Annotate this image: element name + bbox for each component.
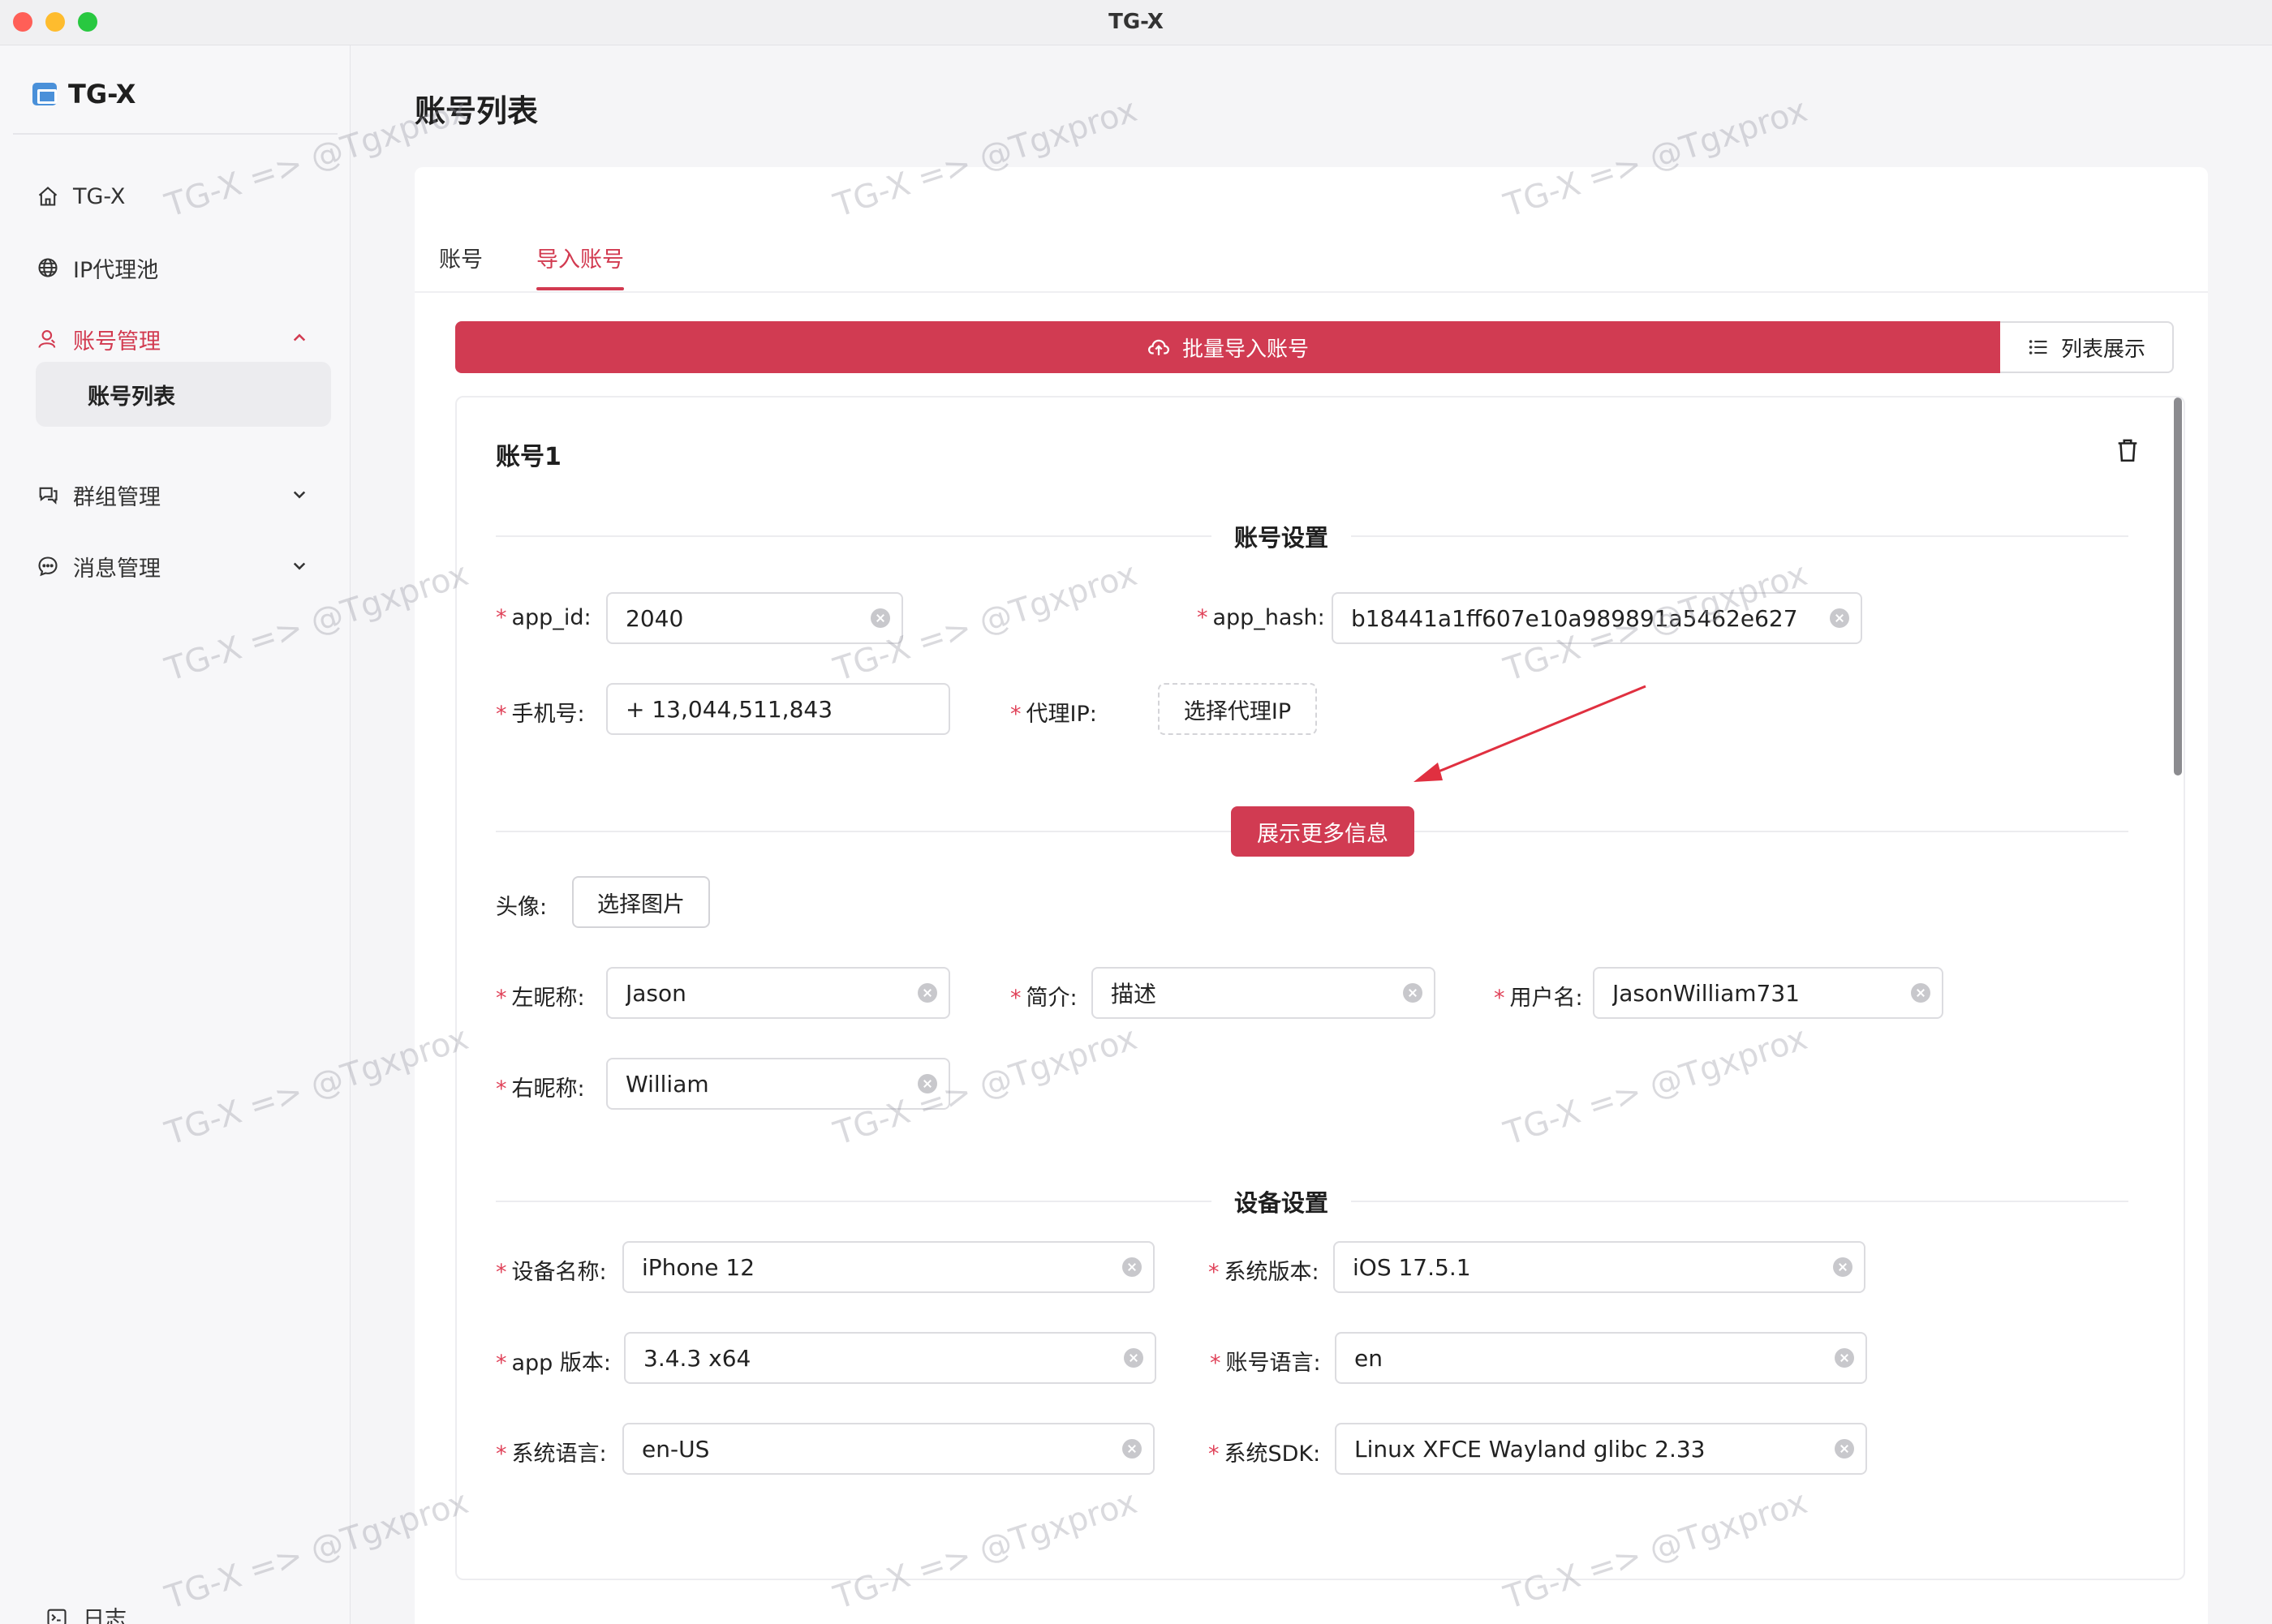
clear-icon[interactable] [918,983,937,1003]
list-view-label: 列表展示 [2060,337,2145,362]
clear-icon[interactable] [1124,1348,1143,1368]
bulk-import-label: 批量导入账号 [1181,337,1309,362]
clear-icon[interactable] [1122,1439,1142,1459]
sidebar-item-label: 账号管理 [73,329,161,354]
select-image-button[interactable]: 选择图片 [572,876,710,928]
proxy-label: * 代理IP: [1010,702,1097,727]
sidebar-item-message-management[interactable]: 消息管理 [36,543,312,589]
sidebar-item-account-management[interactable]: 账号管理 [36,316,312,362]
username-label: * 用户名: [1494,986,1583,1011]
clear-icon[interactable] [871,608,890,628]
home-icon [36,184,60,208]
tab-accounts[interactable]: 账号 [439,242,483,273]
first-name-label: * 左昵称: [496,986,585,1011]
clear-icon[interactable] [1833,1257,1852,1277]
window-titlebar: TG-X [0,0,2272,45]
user-icon [36,327,60,351]
sidebar-item-label: 消息管理 [73,556,161,582]
app-id-label: * app_id: [496,605,592,630]
system-version-label: * 系统版本: [1208,1260,1319,1285]
brand: TG-X [32,76,136,112]
active-tab-indicator [536,287,624,290]
app-logo-icon [32,83,57,105]
app-hash-label: * app_hash: [1197,605,1325,630]
account-language-input[interactable]: en [1335,1332,1867,1384]
chevron-up-icon [293,333,306,342]
sidebar: TG-X TG-X IP代理池 账号管理 账号列表 群组管理 消息管理 日志 [0,45,351,1624]
select-proxy-button[interactable]: 选择代理IP [1158,683,1317,735]
sidebar-item-label: 日志 [83,1607,127,1624]
system-language-label: * 系统语言: [496,1441,607,1467]
list-view-button[interactable]: 列表展示 [2000,321,2174,373]
sidebar-subitem-account-list[interactable]: 账号列表 [36,362,331,427]
account-title: 账号1 [496,443,562,471]
sidebar-item-log[interactable]: 日志 [45,1601,127,1624]
bio-label: * 简介: [1010,986,1078,1011]
chevron-down-icon [293,491,306,499]
system-language-input[interactable]: en-US [622,1423,1155,1475]
phone-input[interactable]: + 13,044,511,843 [606,683,950,735]
app-id-input[interactable]: 2040 [606,592,903,644]
system-sdk-input[interactable]: Linux XFCE Wayland glibc 2.33 [1335,1423,1867,1475]
scrollbar[interactable] [2174,397,2182,775]
chevron-down-icon [293,562,306,570]
list-icon [2029,340,2047,354]
system-sdk-label: * 系统SDK: [1208,1441,1321,1467]
account-language-label: * 账号语言: [1210,1351,1321,1376]
avatar-label: 头像: [496,895,548,920]
bio-input[interactable]: 描述 [1091,967,1435,1019]
sidebar-divider [13,133,338,135]
group-chat-icon [36,483,60,507]
bulk-import-button[interactable]: 批量导入账号 [455,321,2000,373]
brand-name: TG-X [68,79,136,110]
trash-icon[interactable] [2114,436,2141,464]
content-card: 账号 导入账号 批量导入账号 列表展示 账号1 账号设置 * app_id: 20… [415,167,2208,1624]
cloud-upload-icon [1147,339,1169,355]
terminal-icon [47,1609,67,1624]
account-form-panel: 账号1 账号设置 * app_id: 2040 * app_hash: b18441… [455,396,2185,1580]
app-version-label: * app 版本: [496,1351,612,1376]
first-name-input[interactable]: Jason [606,967,950,1019]
window-title: TG-X [1108,10,1164,34]
system-version-input[interactable]: iOS 17.5.1 [1333,1241,1865,1293]
device-name-label: * 设备名称: [496,1260,607,1285]
clear-icon[interactable] [1403,983,1422,1003]
app-version-input[interactable]: 3.4.3 x64 [624,1332,1156,1384]
sidebar-item-home[interactable]: TG-X [36,174,312,219]
tab-import-accounts[interactable]: 导入账号 [536,242,624,273]
tab-bar: 账号 导入账号 [415,167,2208,293]
last-name-input[interactable]: William [606,1058,950,1110]
clear-icon[interactable] [1122,1257,1142,1277]
sidebar-item-label: IP代理池 [73,257,159,283]
clear-icon[interactable] [1835,1439,1854,1459]
clear-icon[interactable] [1911,983,1930,1003]
section-title-device-settings: 设备设置 [1211,1184,1352,1218]
message-icon [36,554,60,578]
last-name-label: * 右昵称: [496,1076,585,1102]
main-content: 账号列表 账号 导入账号 批量导入账号 列表展示 账号1 账号设置 * app_i… [351,45,2272,1624]
section-title-account-settings: 账号设置 [1211,519,1352,553]
device-name-input[interactable]: iPhone 12 [622,1241,1155,1293]
sidebar-item-group-management[interactable]: 群组管理 [36,472,312,518]
page-title: 账号列表 [415,93,539,129]
app-hash-input[interactable]: b18441a1ff607e10a989891a5462e627 [1332,592,1862,644]
sidebar-item-label: 群组管理 [73,484,161,510]
globe-icon [36,256,60,280]
sidebar-item-label: TG-X [73,183,126,209]
phone-label: * 手机号: [496,702,585,727]
clear-icon[interactable] [1835,1348,1854,1368]
clear-icon[interactable] [918,1074,937,1093]
username-input[interactable]: JasonWilliam731 [1593,967,1943,1019]
show-more-info-button[interactable]: 展示更多信息 [1231,806,1414,857]
sidebar-item-ip-pool[interactable]: IP代理池 [36,245,312,290]
clear-icon[interactable] [1830,608,1849,628]
